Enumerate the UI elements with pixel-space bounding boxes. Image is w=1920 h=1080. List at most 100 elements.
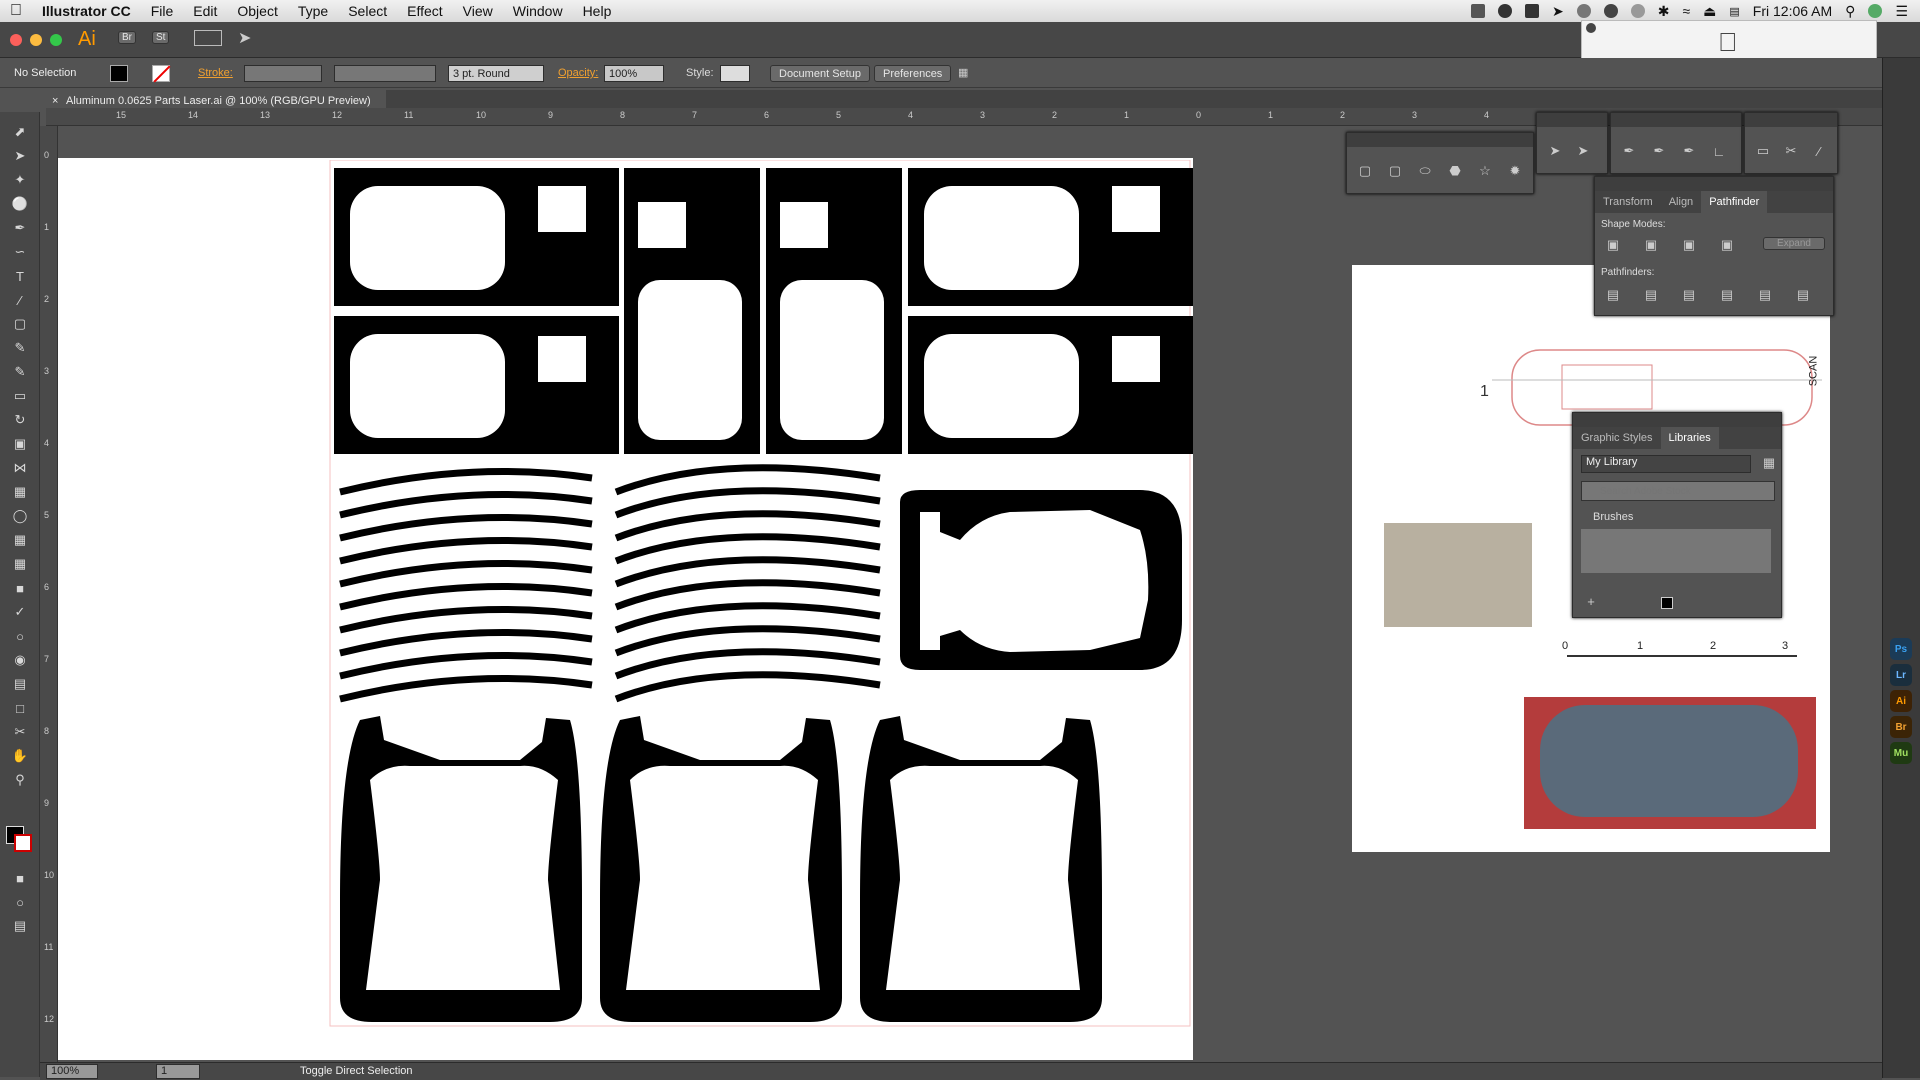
free-transform-tool-icon[interactable]: ▦ — [10, 482, 30, 502]
arrange-documents-icon[interactable] — [194, 30, 222, 46]
add-content-icon[interactable]: + — [1581, 591, 1601, 611]
slats-left[interactable] — [339, 468, 593, 703]
tab-align[interactable]: Align — [1661, 191, 1701, 213]
popup-close-icon[interactable] — [1586, 23, 1596, 33]
calendar-icon[interactable]: ▤ — [1729, 5, 1739, 18]
color-mode-icon[interactable]: ■ — [10, 868, 30, 888]
stock-button[interactable]: St — [152, 31, 170, 44]
bridge-button[interactable]: Br — [118, 31, 136, 44]
spotlight-icon[interactable]: ⚲ — [1845, 3, 1855, 20]
slats-middle[interactable] — [614, 464, 881, 703]
magic-wand-tool-icon[interactable]: ✦ — [10, 170, 30, 190]
menu-type[interactable]: Type — [288, 0, 338, 22]
cloud-icon[interactable] — [1576, 4, 1591, 18]
pen-icon[interactable]: ✒ — [1619, 141, 1639, 161]
stroke-swatch[interactable] — [152, 65, 171, 83]
line-tool-icon[interactable]: ∕ — [10, 290, 30, 310]
shape-builder-tool-icon[interactable]: ◯ — [10, 506, 30, 526]
intersect-icon[interactable]: ▣ — [1679, 235, 1699, 255]
zoom-field[interactable]: 100% — [46, 1064, 98, 1079]
menu-help[interactable]: Help — [573, 0, 622, 22]
selection-tool-icon[interactable]: ⬈ — [10, 122, 30, 142]
sync-icon[interactable] — [1630, 4, 1645, 18]
pen-tool-icon[interactable]: ✒ — [10, 218, 30, 238]
zoom-window-button[interactable] — [50, 34, 62, 46]
zoom-tool-icon[interactable]: ⚲ — [10, 770, 30, 790]
panel-header[interactable] — [1537, 113, 1607, 127]
frames-bottom[interactable] — [340, 716, 1102, 1022]
lasso-tool-icon[interactable]: ⚪ — [10, 194, 30, 214]
brush-definition[interactable]: 3 pt. Round — [448, 65, 544, 82]
panel-header[interactable] — [1745, 113, 1837, 127]
shaper-tool-icon[interactable]: ✎ — [10, 362, 30, 382]
ellipse-shape-icon[interactable]: ⬭ — [1415, 161, 1435, 181]
eyedropper-tool-icon[interactable]: ✓ — [10, 602, 30, 622]
rectangle-tool-icon[interactable]: ▢ — [10, 314, 30, 334]
gpu-performance-icon[interactable]: ➤ — [238, 28, 251, 48]
eraser-tool-icon[interactable]: ▭ — [10, 386, 30, 406]
wifi-icon[interactable]: ≈ — [1682, 3, 1690, 19]
column-graph-tool-icon[interactable]: ▤ — [10, 674, 30, 694]
expand-button[interactable]: Expand — [1763, 237, 1825, 250]
style-swatch[interactable] — [720, 65, 750, 82]
menu-object[interactable]: Object — [227, 0, 287, 22]
crop-icon[interactable]: ▤ — [1717, 285, 1737, 305]
merge-icon[interactable]: ▤ — [1679, 285, 1699, 305]
close-window-button[interactable] — [10, 34, 22, 46]
app-menu[interactable]: Illustrator CC — [32, 0, 141, 22]
eraser-icon[interactable]: ▭ — [1753, 141, 1773, 161]
exclude-icon[interactable]: ▣ — [1717, 235, 1737, 255]
scissors-icon[interactable]: ✂ — [1781, 141, 1801, 161]
symbol-sprayer-tool-icon[interactable]: ◉ — [10, 650, 30, 670]
menu-edit[interactable]: Edit — [183, 0, 227, 22]
opacity-field[interactable]: 100% — [604, 65, 664, 82]
tab-pathfinder[interactable]: Pathfinder — [1701, 191, 1768, 213]
minus-back-icon[interactable]: ▤ — [1793, 285, 1813, 305]
menu-select[interactable]: Select — [338, 0, 397, 22]
lightroom-icon[interactable]: Lr — [1890, 664, 1912, 686]
user-icon[interactable] — [1868, 4, 1883, 18]
artboard-field[interactable]: 1 — [156, 1064, 200, 1079]
opacity-label[interactable]: Opacity: — [558, 65, 598, 82]
scale-tool-icon[interactable]: ▣ — [10, 434, 30, 454]
drive-icon[interactable] — [1525, 4, 1539, 18]
trim-icon[interactable]: ▤ — [1641, 285, 1661, 305]
preferences-button[interactable]: Preferences — [874, 65, 952, 82]
menu-window[interactable]: Window — [503, 0, 573, 22]
vertical-ruler[interactable]: 0 1 2 3 4 5 6 7 8 9 10 11 12 — [40, 126, 58, 1066]
artboard-tool-icon[interactable]: □ — [10, 698, 30, 718]
hand-tool-icon[interactable]: ✋ — [10, 746, 30, 766]
mesh-tool-icon[interactable]: ▦ — [10, 554, 30, 574]
perspective-grid-tool-icon[interactable]: ▦ — [10, 530, 30, 550]
bridge-icon[interactable]: Br — [1890, 716, 1912, 738]
document-setup-button[interactable]: Document Setup — [770, 65, 870, 82]
polygon-shape-icon[interactable]: ⬣ — [1445, 161, 1465, 181]
width-tool-icon[interactable]: ⋈ — [10, 458, 30, 478]
flare-shape-icon[interactable]: ✹ — [1505, 161, 1525, 181]
illustrator-icon[interactable]: Ai — [1890, 690, 1912, 712]
rounded-rectangle-shape-icon[interactable]: ▢ — [1385, 161, 1405, 181]
tab-libraries[interactable]: Libraries — [1660, 427, 1719, 449]
minimize-window-button[interactable] — [30, 34, 42, 46]
gradient-tool-icon[interactable]: ■ — [10, 578, 30, 598]
muse-icon[interactable]: Mu — [1890, 742, 1912, 764]
slice-tool-icon[interactable]: ✂ — [10, 722, 30, 742]
type-tool-icon[interactable]: T — [10, 266, 30, 286]
base-plate[interactable] — [900, 490, 1182, 670]
creative-cloud-icon[interactable] — [1498, 4, 1512, 18]
notification-center-icon[interactable]: ☰ — [1895, 3, 1908, 20]
panel-header[interactable] — [1611, 113, 1741, 127]
tab-transform[interactable]: Transform — [1595, 191, 1661, 213]
align-options-icon[interactable]: ▦ — [958, 65, 968, 82]
photoshop-icon[interactable]: Ps — [1890, 638, 1912, 660]
menu-effect[interactable]: Effect — [397, 0, 453, 22]
panel-header[interactable] — [1595, 177, 1833, 191]
tab-graphic-styles[interactable]: Graphic Styles — [1573, 427, 1661, 449]
minus-front-icon[interactable]: ▣ — [1641, 235, 1661, 255]
grid-view-icon[interactable]: ▦ — [1759, 453, 1779, 473]
stock-search-input[interactable] — [1581, 481, 1775, 501]
add-anchor-icon[interactable]: ✒ — [1649, 141, 1669, 161]
paintbrush-tool-icon[interactable]: ✎ — [10, 338, 30, 358]
bluetooth-icon[interactable]: ✱ — [1658, 3, 1670, 20]
anchor-point-icon[interactable]: ∟ — [1709, 141, 1729, 161]
